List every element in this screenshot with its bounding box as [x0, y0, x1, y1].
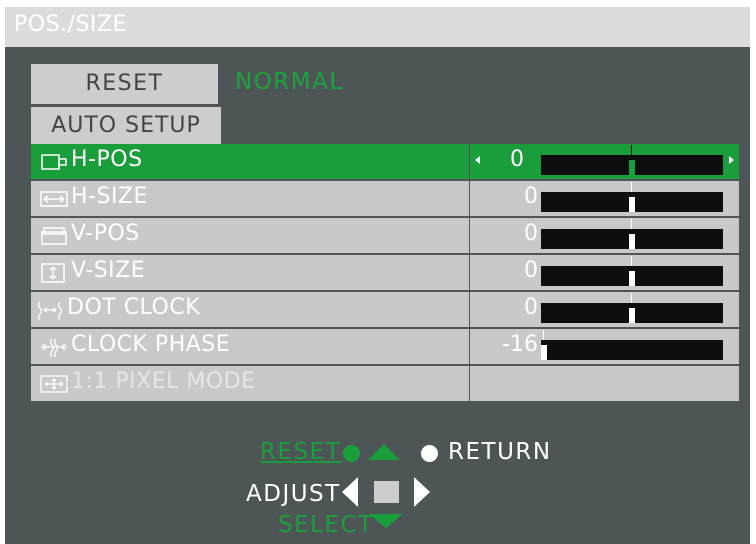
auto-setup-button[interactable]: AUTO SETUP — [31, 107, 221, 144]
h-size-icon — [40, 191, 68, 207]
title-bar: POS./SIZE — [5, 7, 750, 47]
menu-row-h-pos[interactable]: H-POS 0 — [31, 144, 739, 179]
menu-row-label: H-POS — [71, 147, 143, 172]
nav-select-label: SELECT — [278, 512, 374, 538]
right-arrow-icon[interactable] — [414, 477, 430, 507]
slider-marker[interactable] — [629, 197, 635, 212]
menu-row-label: DOT CLOCK — [67, 295, 201, 320]
up-arrow-icon[interactable] — [368, 444, 400, 460]
menu-row-dot-clock[interactable]: DOT CLOCK 0 — [31, 292, 739, 327]
menu-row-label: V-POS — [71, 221, 140, 246]
pixel-mode-icon — [40, 375, 68, 393]
green-dot-icon — [343, 445, 360, 462]
adjust-slider[interactable] — [541, 330, 723, 360]
menu-row-value: 0 — [524, 295, 538, 320]
menu-row-value: 0 — [524, 221, 538, 246]
slider-marker[interactable] — [629, 271, 635, 286]
status-label: NORMAL — [235, 69, 344, 95]
increase-arrow-icon[interactable] — [729, 156, 734, 164]
slider-marker[interactable] — [629, 234, 635, 249]
adjust-slider[interactable] — [541, 256, 723, 286]
down-arrow-icon[interactable] — [369, 514, 403, 528]
left-arrow-icon[interactable] — [342, 477, 358, 507]
menu-row-v-pos[interactable]: V-POS 0 — [31, 218, 739, 253]
enter-square-icon[interactable] — [374, 481, 399, 503]
white-dot-icon — [421, 445, 438, 462]
v-size-icon — [41, 263, 65, 283]
slider-marker[interactable] — [629, 160, 635, 175]
dot-clock-icon — [37, 301, 63, 320]
nav-adjust-label: ADJUST — [246, 481, 341, 507]
menu-row-h-size[interactable]: H-SIZE 0 — [31, 181, 739, 216]
clock-phase-icon — [41, 338, 67, 357]
slider-marker[interactable] — [541, 345, 547, 360]
v-pos-icon — [41, 227, 67, 245]
adjust-slider[interactable] — [541, 182, 723, 212]
nav-return-label[interactable]: RETURN — [448, 439, 552, 465]
menu-row-label: H-SIZE — [71, 184, 148, 209]
adjust-slider[interactable] — [541, 293, 723, 323]
menu-row-label: 1:1 PIXEL MODE — [71, 369, 256, 394]
osd-window: POS./SIZE RESET AUTO SETUP NORMAL H-POS … — [5, 7, 750, 544]
menu-row-label: CLOCK PHASE — [71, 332, 231, 357]
adjust-slider[interactable] — [541, 145, 723, 175]
decrease-arrow-icon[interactable] — [475, 156, 480, 164]
menu-row-value: 0 — [524, 184, 538, 209]
menu-title: POS./SIZE — [14, 12, 127, 37]
nav-reset-label[interactable]: RESET — [260, 439, 341, 465]
menu-row-value: -16 — [502, 332, 538, 357]
adjust-slider[interactable] — [541, 219, 723, 249]
menu-row-value: 0 — [510, 147, 524, 172]
menu-row-v-size[interactable]: V-SIZE 0 — [31, 255, 739, 290]
menu-row-value: 0 — [524, 258, 538, 283]
reset-button[interactable]: RESET — [31, 64, 218, 104]
slider-marker[interactable] — [629, 308, 635, 323]
menu-row-pixel-mode: 1:1 PIXEL MODE — [31, 366, 739, 401]
menu-row-label: V-SIZE — [71, 258, 146, 283]
menu-row-clock-phase[interactable]: CLOCK PHASE -16 — [31, 329, 739, 364]
h-pos-icon — [41, 154, 67, 170]
